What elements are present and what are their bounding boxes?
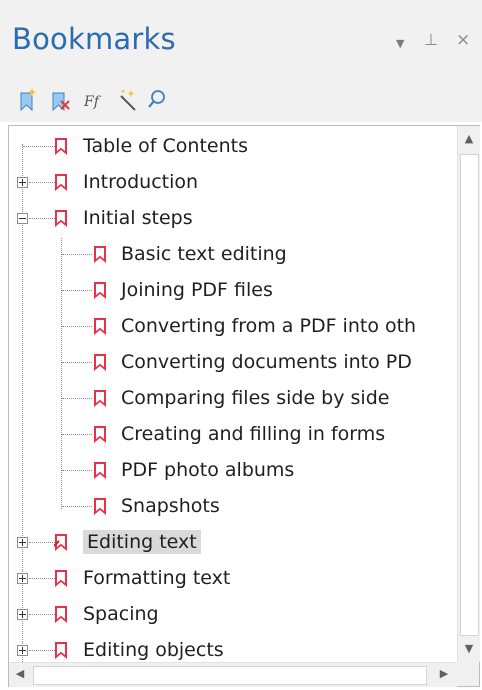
scroll-down-button[interactable]: ▼: [458, 638, 480, 660]
bookmark-icon: [55, 174, 67, 191]
scrollbar-corner: [457, 662, 479, 686]
tree-line: [62, 326, 92, 327]
font-format-button[interactable]: Ff: [80, 86, 108, 114]
tree-item-spacing[interactable]: Spacing: [9, 596, 457, 632]
tree-item-initial-steps[interactable]: Initial steps: [9, 200, 457, 236]
bookmark-icon: [55, 210, 67, 227]
tree-line: [62, 470, 92, 471]
scroll-left-button[interactable]: ◀: [9, 663, 31, 685]
tree-line: [62, 362, 92, 363]
tree-item-introduction[interactable]: Introduction: [9, 164, 457, 200]
expand-icon[interactable]: [17, 573, 28, 584]
tree-item-label: Comparing files side by side: [121, 387, 390, 409]
tree-line: [62, 506, 92, 507]
tree-item-label: PDF photo albums: [121, 459, 295, 481]
bookmark-icon: [94, 390, 106, 407]
bookmarks-panel: Bookmarks ▼ ⊥ × Ff Table of Contents Int…: [0, 0, 482, 690]
scroll-right-button[interactable]: ▶: [433, 663, 455, 685]
scroll-up-button[interactable]: ▲: [458, 128, 480, 150]
tree-item-label: Converting from a PDF into oth: [121, 315, 417, 337]
tree-item-table-of-contents[interactable]: Table of Contents: [9, 128, 457, 164]
tree-line: [29, 614, 55, 615]
tree-item-label: Initial steps: [83, 207, 193, 229]
expand-icon[interactable]: [17, 537, 28, 548]
tree-item-editing-objects[interactable]: Editing objects: [9, 632, 457, 662]
vertical-scroll-thumb[interactable]: [460, 154, 479, 636]
bookmark-icon: [94, 354, 106, 371]
bookmarks-tree: Table of Contents Introduction Initial s…: [8, 125, 480, 687]
vertical-scrollbar[interactable]: ▲ ▼: [457, 126, 480, 662]
panel-header: Bookmarks ▼ ⊥ ×: [0, 0, 482, 80]
tree-line: [29, 182, 55, 183]
horizontal-scroll-thumb[interactable]: [33, 666, 427, 685]
tree-item-converting-from-pdf[interactable]: Converting from a PDF into oth: [9, 308, 457, 344]
tree-item-label: Introduction: [83, 171, 199, 193]
tree-line: [29, 542, 55, 543]
tree-item-label: Formatting text: [83, 567, 231, 589]
magic-wand-icon: [120, 89, 136, 111]
tree-item-label: Joining PDF files: [121, 279, 273, 301]
tree-line: [29, 650, 55, 651]
search-icon: [148, 90, 165, 108]
panel-menu-button[interactable]: ▼: [396, 34, 404, 54]
bookmark-icon: [94, 498, 106, 515]
tree-item-converting-documents[interactable]: Converting documents into PD: [9, 344, 457, 380]
tree-item-label: Editing text: [83, 530, 201, 554]
tree-item-editing-text[interactable]: Editing text: [9, 524, 457, 560]
find-button[interactable]: [144, 86, 172, 114]
expand-icon[interactable]: [17, 177, 28, 188]
tree-viewport: Table of Contents Introduction Initial s…: [9, 126, 457, 662]
tree-item-creating-forms[interactable]: Creating and filling in forms: [9, 416, 457, 452]
tree-item-label: Editing objects: [83, 639, 224, 661]
tree-item-label: Snapshots: [121, 495, 220, 517]
tree-item-snapshots[interactable]: Snapshots: [9, 488, 457, 524]
tree-line: [29, 218, 55, 219]
bookmark-icon: [55, 642, 67, 659]
tree-item-label: Basic text editing: [121, 243, 287, 265]
bookmarks-toolbar: Ff: [0, 80, 482, 122]
expand-icon[interactable]: [17, 645, 28, 656]
tree-item-comparing-files[interactable]: Comparing files side by side: [9, 380, 457, 416]
tree-line: [62, 254, 92, 255]
new-bookmark-button[interactable]: [14, 86, 42, 114]
new-bookmark-icon: [20, 88, 37, 112]
tree-item-label: Spacing: [83, 603, 159, 625]
bookmark-icon: [55, 138, 67, 155]
pin-icon[interactable]: ⊥: [424, 30, 438, 50]
bookmark-icon: [55, 606, 67, 623]
bookmark-icon: [94, 318, 106, 335]
bookmark-icon: [94, 426, 106, 443]
bookmark-icon: [55, 570, 67, 587]
tree-line: [23, 146, 55, 147]
tree-item-pdf-photo-albums[interactable]: PDF photo albums: [9, 452, 457, 488]
magic-wand-button[interactable]: [114, 86, 142, 114]
tree-item-label: Converting documents into PD: [121, 351, 412, 373]
tree-item-basic-text-editing[interactable]: Basic text editing: [9, 236, 457, 272]
bookmark-edit-icon: [54, 534, 67, 551]
bookmark-icon: [94, 246, 106, 263]
bookmark-icon: [94, 462, 106, 479]
delete-bookmark-icon: [52, 92, 70, 112]
delete-bookmark-button[interactable]: [46, 86, 74, 114]
close-icon[interactable]: ×: [456, 30, 470, 50]
horizontal-scrollbar[interactable]: ◀ ▶: [9, 662, 457, 687]
collapse-icon[interactable]: [17, 213, 28, 224]
tree-item-label: Creating and filling in forms: [121, 423, 386, 445]
tree-line: [62, 290, 92, 291]
expand-icon[interactable]: [17, 609, 28, 620]
panel-title: Bookmarks: [12, 22, 176, 56]
bookmark-icon: [94, 282, 106, 299]
tree-line: [62, 398, 92, 399]
tree-line: [62, 434, 92, 435]
tree-item-joining-pdf-files[interactable]: Joining PDF files: [9, 272, 457, 308]
tree-item-formatting-text[interactable]: Formatting text: [9, 560, 457, 596]
svg-text:Ff: Ff: [83, 94, 102, 110]
tree-line: [29, 578, 55, 579]
tree-item-label: Table of Contents: [83, 135, 248, 157]
font-format-icon: Ff: [83, 94, 102, 110]
